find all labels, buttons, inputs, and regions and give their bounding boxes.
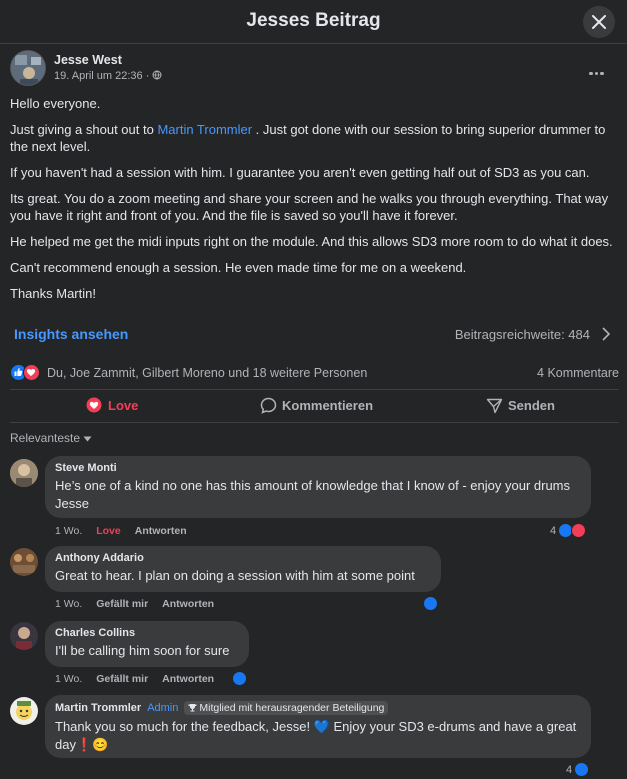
comment-reply-button[interactable]: Antworten (162, 673, 214, 685)
like-reaction-icon (574, 762, 589, 777)
more-dot-icon (589, 71, 593, 75)
comment-text: Great to hear. I plan on doing a session… (55, 568, 415, 583)
love-label: Love (108, 398, 139, 413)
comment-bubble: Anthony Addario Great to hear. I plan on… (45, 546, 441, 592)
insights-link[interactable]: Insights ansehen (14, 326, 128, 342)
comment-bubble: Steve Monti He’s one of a kind no one ha… (45, 456, 591, 518)
love-button[interactable]: Love (86, 397, 139, 413)
commenter-avatar[interactable] (10, 622, 38, 650)
comment-love-button[interactable]: Love (96, 525, 121, 537)
post-reach[interactable]: Beitragsreichweite: 484 (455, 327, 590, 342)
commenter-name[interactable]: Charles Collins (55, 627, 237, 639)
trophy-icon (188, 704, 197, 712)
send-button[interactable]: Senden (486, 398, 555, 414)
post-time-text: 19. April um 22:36 · (54, 70, 150, 82)
reaction-icons[interactable] (10, 364, 44, 382)
reaction-names[interactable]: Du, Joe Zammit, Gilbert Moreno und 18 we… (47, 366, 367, 380)
post-paragraph: He helped me get the midi inputs right o… (10, 234, 613, 249)
comment-text: He’s one of a kind no one has this amoun… (55, 478, 571, 511)
dialog-title: Jesses Beitrag (246, 10, 381, 31)
post-paragraph: Its great. You do a zoom meeting and sha… (10, 191, 609, 223)
mention-link[interactable]: Martin Trommler (157, 122, 252, 137)
post-paragraph: Hello everyone. (10, 96, 101, 111)
comment-time[interactable]: 1 Wo. (55, 525, 82, 537)
globe-icon (152, 70, 162, 80)
commenter-avatar[interactable] (10, 548, 38, 576)
comment-sort-dropdown[interactable]: Relevanteste (10, 431, 92, 445)
send-icon (486, 398, 503, 414)
comment-bubble: Charles Collins I'll be calling him soon… (45, 621, 249, 667)
comment-button[interactable]: Kommentieren (260, 397, 374, 414)
comment-meta: 1 Wo. Love Antworten (55, 525, 201, 537)
commenter-name[interactable]: Anthony Addario (55, 552, 429, 564)
post-body: Hello everyone. Just giving a shout out … (10, 95, 615, 311)
comment-time[interactable]: 1 Wo. (55, 598, 82, 610)
close-button[interactable] (583, 6, 615, 38)
comment-meta: 1 Wo. Gefällt mir Antworten (55, 673, 228, 685)
comment-reactions[interactable]: 4 (550, 523, 592, 539)
comment-reaction-count: 4 (566, 764, 573, 776)
comment-text: I'll be calling him soon for sure (55, 643, 230, 658)
comment-reply-button[interactable]: Antworten (135, 525, 187, 537)
post-paragraph: Thanks Martin! (10, 286, 96, 301)
chevron-right-icon[interactable] (601, 326, 611, 342)
love-icon (86, 397, 102, 413)
post-paragraph: If you haven't had a session with him. I… (10, 165, 590, 180)
caret-down-icon (83, 436, 92, 442)
send-label: Senden (508, 398, 555, 413)
comment-icon (260, 397, 277, 414)
comment-reactions[interactable]: 4 (566, 762, 594, 778)
comment-reply-button[interactable]: Antworten (162, 598, 214, 610)
close-icon (592, 15, 606, 29)
comment-like-button[interactable]: Gefällt mir (96, 673, 148, 685)
love-reaction-icon (571, 523, 586, 538)
post-action-bar: Love Kommentieren Senden (10, 389, 619, 423)
commenter-name: Martin Trommler Admin Mitglied mit herausr… (55, 701, 579, 715)
comment-time[interactable]: 1 Wo. (55, 673, 82, 685)
reactions-summary: Du, Joe Zammit, Gilbert Moreno und 18 we… (10, 364, 619, 382)
comment-bubble: Martin Trommler Admin Mitglied mit herausr… (45, 695, 591, 758)
comment-meta: 1 Wo. Gefällt mir Antworten (55, 598, 228, 610)
author-avatar[interactable] (10, 50, 46, 86)
like-reaction-icon (423, 596, 438, 611)
dialog-header: Jesses Beitrag (0, 0, 627, 44)
commenter-name[interactable]: Steve Monti (55, 462, 579, 474)
post-paragraph: Can't recommend enough a session. He eve… (10, 260, 467, 275)
member-badge: Mitglied mit herausragender Beteiligung (184, 701, 389, 715)
commenter-avatar[interactable] (10, 459, 38, 487)
more-options-button[interactable] (589, 62, 611, 75)
post-timestamp[interactable]: 19. April um 22:36 · (54, 70, 162, 82)
commenter-avatar[interactable] (10, 697, 38, 725)
comment-label: Kommentieren (282, 398, 374, 413)
comment-reaction-count: 4 (550, 525, 557, 537)
comment-reactions[interactable] (232, 671, 250, 687)
like-reaction-icon (232, 671, 247, 686)
comment-count[interactable]: 4 Kommentare (537, 366, 619, 380)
sort-label: Relevanteste (10, 431, 81, 445)
admin-badge: Admin (147, 702, 179, 714)
author-name[interactable]: Jesse West (54, 53, 122, 67)
comment-reactions[interactable] (423, 596, 441, 612)
post-paragraph: Just giving a shout out to Martin Tromml… (10, 122, 606, 154)
love-reaction-icon (23, 364, 40, 381)
comment-text: Thank you so much for the feedback, Jess… (55, 719, 577, 752)
commenter-name-text[interactable]: Martin Trommler (55, 702, 141, 714)
comment-like-button[interactable]: Gefällt mir (96, 598, 148, 610)
